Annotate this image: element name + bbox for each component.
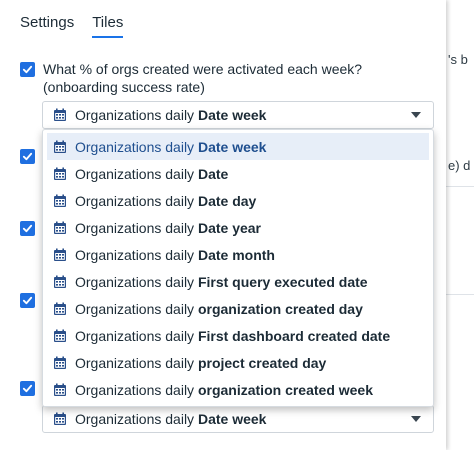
calendar-icon bbox=[53, 194, 67, 208]
background-divider bbox=[444, 294, 474, 295]
dropdown-option[interactable]: Organizations daily project created day bbox=[47, 349, 429, 376]
option-field: organization created day bbox=[197, 300, 363, 317]
option-field: Date week bbox=[197, 138, 267, 155]
dropdown-option[interactable]: Organizations daily First query executed… bbox=[47, 268, 429, 295]
tile-checkbox[interactable] bbox=[20, 293, 35, 308]
date-field-select[interactable]: Organizations daily Date week bbox=[42, 101, 434, 129]
option-field: First dashboard created date bbox=[197, 327, 391, 344]
calendar-icon bbox=[53, 248, 67, 262]
option-prefix: Organizations daily bbox=[75, 327, 195, 344]
caret-down-icon bbox=[411, 112, 421, 118]
calendar-icon bbox=[53, 383, 67, 397]
select-prefix: Organizations daily bbox=[75, 107, 195, 123]
option-field: project created day bbox=[197, 354, 327, 371]
checkmark-icon bbox=[22, 223, 33, 234]
calendar-icon bbox=[53, 140, 67, 154]
option-prefix: Organizations daily bbox=[75, 246, 195, 263]
calendar-icon bbox=[53, 356, 67, 370]
select-value: Date week bbox=[197, 411, 267, 427]
tile-question: What % of orgs created were activated ea… bbox=[43, 61, 363, 95]
option-prefix: Organizations daily bbox=[75, 354, 195, 371]
dropdown-option[interactable]: Organizations daily Date week bbox=[47, 133, 429, 160]
option-field: organization created week bbox=[197, 381, 374, 398]
option-prefix: Organizations daily bbox=[75, 165, 195, 182]
background-divider bbox=[444, 186, 474, 187]
calendar-icon bbox=[53, 302, 67, 316]
option-prefix: Organizations daily bbox=[75, 138, 195, 155]
option-field: First query executed date bbox=[197, 273, 368, 290]
calendar-icon bbox=[53, 167, 67, 181]
caret-down-icon bbox=[411, 416, 421, 422]
dropdown-option[interactable]: Organizations daily organization created… bbox=[47, 295, 429, 322]
dropdown-option[interactable]: Organizations daily organization created… bbox=[47, 376, 429, 403]
date-field-select[interactable]: Organizations daily Date week bbox=[42, 405, 434, 433]
checkmark-icon bbox=[22, 295, 33, 306]
tab-tiles[interactable]: Tiles bbox=[92, 14, 124, 38]
dropdown-option[interactable]: Organizations daily Date bbox=[47, 160, 429, 187]
option-field: Date day bbox=[197, 192, 257, 209]
tab-settings[interactable]: Settings bbox=[20, 14, 74, 38]
tile-checkbox[interactable] bbox=[20, 381, 35, 396]
option-prefix: Organizations daily bbox=[75, 273, 195, 290]
tile-checkbox[interactable] bbox=[20, 149, 35, 164]
select-value: Date week bbox=[197, 107, 267, 123]
dropdown-option[interactable]: Organizations daily Date year bbox=[47, 214, 429, 241]
calendar-icon bbox=[53, 221, 67, 235]
dropdown-option[interactable]: Organizations daily Date month bbox=[47, 241, 429, 268]
option-prefix: Organizations daily bbox=[75, 381, 195, 398]
option-prefix: Organizations daily bbox=[75, 300, 195, 317]
background-text: 's b bbox=[448, 52, 468, 67]
background-text: e) d bbox=[448, 158, 471, 173]
option-field: Date year bbox=[197, 219, 261, 236]
calendar-icon bbox=[53, 275, 67, 289]
checkmark-icon bbox=[22, 151, 33, 162]
date-field-dropdown: Organizations daily Date week Organizati… bbox=[42, 129, 434, 407]
calendar-icon bbox=[53, 329, 67, 343]
tile-checkbox[interactable] bbox=[20, 221, 35, 236]
tile-checkbox[interactable] bbox=[20, 62, 35, 77]
checkmark-icon bbox=[22, 383, 33, 394]
select-prefix: Organizations daily bbox=[75, 411, 195, 427]
calendar-icon bbox=[53, 412, 67, 426]
dropdown-option[interactable]: Organizations daily First dashboard crea… bbox=[47, 322, 429, 349]
option-prefix: Organizations daily bbox=[75, 192, 195, 209]
dropdown-option[interactable]: Organizations daily Date day bbox=[47, 187, 429, 214]
calendar-icon bbox=[53, 108, 67, 122]
tab-bar: Settings Tiles bbox=[20, 14, 124, 38]
checkmark-icon bbox=[22, 64, 33, 75]
option-field: Date bbox=[197, 165, 229, 182]
tiles-panel: Settings Tiles What % of orgs created we… bbox=[0, 0, 446, 450]
option-prefix: Organizations daily bbox=[75, 219, 195, 236]
option-field: Date month bbox=[197, 246, 275, 263]
